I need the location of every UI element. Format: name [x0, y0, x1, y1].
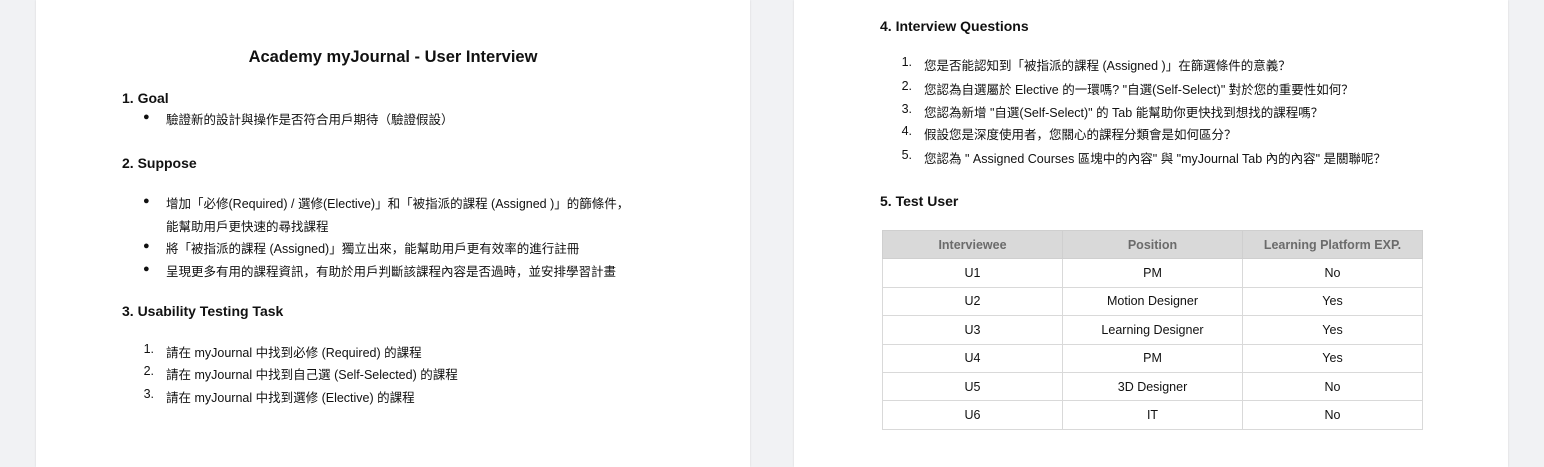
- question-item: 您認為 " Assigned Courses 區塊中的內容" 與 "myJour…: [924, 152, 1387, 166]
- table-cell: PM: [1062, 343, 1243, 373]
- question-item: 您是否能認知到「被指派的課程 (Assigned )」在篩選條件的意義？: [924, 59, 1291, 73]
- table-cell: PM: [1062, 258, 1243, 288]
- goal-item: 驗證新的設計與操作是否符合用戶期待（驗證假設）: [166, 113, 454, 127]
- list-number: 4.: [901, 124, 912, 138]
- question-item: 假設您是深度使用者，您關心的課程分類會是如何區分？: [924, 128, 1237, 142]
- suppose-item-1-line-1: 增加「必修(Required) / 選修(Elective)」和「被指派的課程 …: [166, 197, 630, 211]
- list-number: 3.: [901, 102, 912, 116]
- table-cell: U6: [882, 400, 1063, 430]
- table-cell: Yes: [1242, 286, 1423, 317]
- table-cell: U3: [882, 315, 1063, 345]
- list-number: 5.: [901, 148, 912, 162]
- suppose-item-3: 呈現更多有用的課程資訊，有助於用戶判斷該課程內容是否過時，並安排學習計畫: [166, 265, 617, 279]
- table-cell: Motion Designer: [1062, 286, 1243, 317]
- bullet-marker: ●: [143, 195, 150, 207]
- table-cell: U5: [882, 371, 1063, 402]
- question-item: 您認為新增 "自選(Self-Select)" 的 Tab 能幫助你更快找到想找…: [924, 106, 1324, 120]
- test-user-table: Interviewee Position Learning Platform E…: [882, 229, 1423, 430]
- table-cell: No: [1242, 258, 1423, 288]
- table-cell: IT: [1062, 400, 1243, 430]
- suppose-item-2: 將「被指派的課程 (Assigned)」獨立出來，能幫助用戶更有效率的進行註冊: [166, 242, 580, 256]
- table-cell: No: [1242, 400, 1423, 430]
- table-cell: Yes: [1242, 315, 1423, 345]
- suppose-item-1-line-2: 能幫助用戶更快速的尋找課程: [166, 220, 329, 234]
- list-number: 1.: [901, 55, 912, 69]
- task-heading: 3. Usability Testing Task: [122, 303, 284, 319]
- bullet-marker: ●: [143, 240, 150, 252]
- table-row: U2 Motion Designer Yes: [882, 286, 1423, 317]
- task-item: 請在 myJournal 中找到選修 (Elective) 的課程: [166, 391, 415, 405]
- table-cell: Learning Designer: [1062, 315, 1243, 345]
- table-row: U3 Learning Designer Yes: [882, 315, 1423, 345]
- table-row: U4 PM Yes: [882, 343, 1423, 373]
- list-number: 2.: [143, 364, 154, 378]
- table-cell: U4: [882, 343, 1063, 373]
- question-item: 您認為自選屬於 Elective 的一環嗎? "自選(Self-Select)"…: [924, 83, 1354, 97]
- table-header-row: Interviewee Position Learning Platform E…: [882, 229, 1423, 260]
- table-row: U6 IT No: [882, 400, 1423, 430]
- list-number: 1.: [143, 342, 154, 356]
- task-item: 請在 myJournal 中找到必修 (Required) 的課程: [166, 346, 422, 360]
- questions-heading: 4. Interview Questions: [880, 18, 1029, 34]
- bullet-marker: ●: [143, 111, 150, 123]
- table-cell: Yes: [1242, 343, 1423, 373]
- bullet-marker: ●: [143, 263, 150, 275]
- table-row: U1 PM No: [882, 258, 1423, 288]
- document-page-left: Academy myJournal - User Interview 1. Go…: [36, 0, 750, 467]
- goal-heading: 1. Goal: [122, 90, 169, 106]
- list-number: 2.: [901, 79, 912, 93]
- document-title: Academy myJournal - User Interview: [248, 48, 538, 66]
- table-cell: No: [1242, 371, 1423, 402]
- document-page-right: 4. Interview Questions 1. 您是否能認知到「被指派的課程…: [794, 0, 1508, 467]
- table-cell: U1: [882, 258, 1063, 288]
- suppose-heading: 2. Suppose: [122, 155, 197, 171]
- table-cell: U2: [882, 286, 1063, 317]
- column-header-interviewee: Interviewee: [882, 229, 1063, 260]
- column-header-learning-platform-exp: Learning Platform EXP.: [1242, 229, 1423, 260]
- column-header-position: Position: [1062, 229, 1243, 260]
- table-row: U5 3D Designer No: [882, 371, 1423, 402]
- test-user-heading: 5. Test User: [880, 193, 959, 209]
- list-number: 3.: [143, 387, 154, 401]
- table-cell: 3D Designer: [1062, 371, 1243, 402]
- task-item: 請在 myJournal 中找到自己選 (Self-Selected) 的課程: [166, 368, 458, 382]
